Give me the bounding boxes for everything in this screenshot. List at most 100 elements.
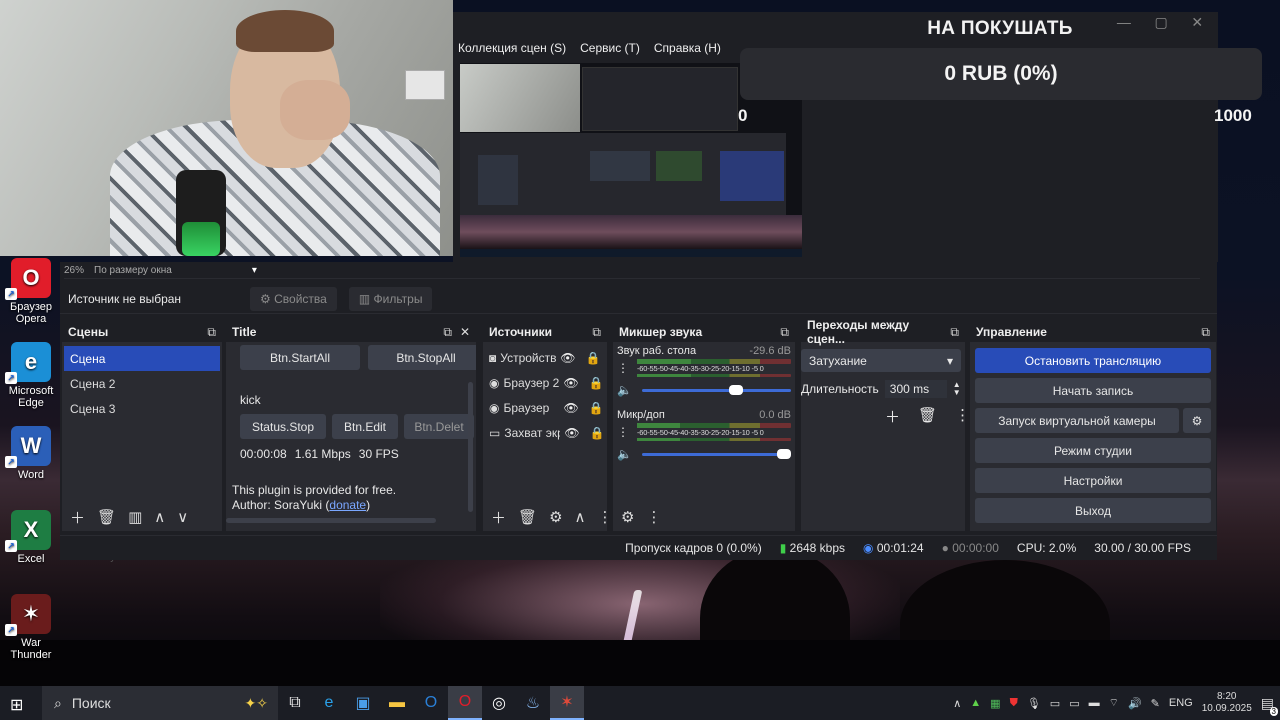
lock-icon[interactable]: 🔒 <box>590 426 605 440</box>
tray-mic-icon[interactable]: 🎙 <box>1027 697 1041 710</box>
properties-button[interactable]: ⚙ Свойства <box>250 286 337 311</box>
undock-icon[interactable]: ⧉ <box>780 325 789 340</box>
virtual-camera-settings-button[interactable]: ⚙ <box>1183 408 1211 433</box>
chevron-up-icon[interactable]: ∧ <box>575 508 586 526</box>
store-icon[interactable]: ▣ <box>346 686 380 720</box>
edit-button[interactable]: Btn.Edit <box>332 414 398 439</box>
outlook-icon[interactable]: O <box>414 686 448 720</box>
copilot-sparkle-icon[interactable]: ✦✧ <box>245 695 268 712</box>
desktop-icon[interactable]: O ↗ Браузер Opera <box>1 258 61 325</box>
more-icon[interactable]: ⋮ <box>598 508 613 526</box>
undock-icon[interactable]: ⧉ <box>1201 325 1210 340</box>
tray-folder-icon[interactable]: ▬ <box>1089 697 1100 709</box>
scene-item[interactable]: Сцена <box>64 346 220 371</box>
duration-input[interactable]: 300 ms <box>884 380 947 398</box>
filter-icon[interactable]: ▥ <box>128 508 142 526</box>
lock-icon[interactable]: 🔒 <box>589 376 604 390</box>
source-item[interactable]: ◙ Устройств 👁 🔒 <box>483 345 607 370</box>
close-icon[interactable]: ✕ <box>460 325 470 340</box>
source-item[interactable]: ◉ Браузер 2 👁 🔒 <box>483 370 607 395</box>
volume-slider[interactable] <box>641 448 791 459</box>
source-item[interactable]: ◉ Браузер 👁 🔒 <box>483 395 607 420</box>
start-recording-button[interactable]: Начать запись <box>975 378 1211 403</box>
scene-item[interactable]: Сцена 3 <box>64 396 220 421</box>
tray-nvidia-icon[interactable]: ▦ <box>990 697 1000 710</box>
desktop-icon[interactable]: ✶ ↗ War Thunder <box>1 594 61 661</box>
taskbar-clock[interactable]: 8:20 10.09.2025 <box>1202 691 1252 715</box>
pen-icon[interactable]: ✎ <box>1151 697 1160 710</box>
speaker-icon[interactable]: 🔈 <box>617 447 632 461</box>
more-icon[interactable]: ⋮ <box>646 508 661 526</box>
speaker-icon[interactable]: 🔈 <box>617 383 632 397</box>
undock-icon[interactable]: ⧉ <box>207 325 216 340</box>
undock-icon[interactable]: ⧉ <box>592 325 601 340</box>
tray-display-icon[interactable]: ▭ <box>1050 697 1060 710</box>
zoom-mode-dropdown[interactable]: По размеру окна ▾ <box>94 265 257 276</box>
trash-icon[interactable]: 🗑 <box>918 406 937 427</box>
trash-icon[interactable]: 🗑 <box>97 508 116 526</box>
source-item[interactable]: ▭ Захват экр 👁 🔒 <box>483 420 607 445</box>
undock-icon[interactable]: ⧉ <box>950 325 959 340</box>
start-all-button[interactable]: Btn.StartAll <box>240 345 360 370</box>
obs-taskbar-icon[interactable]: ◎ <box>482 686 516 720</box>
taskbar-search[interactable]: ⌕ Поиск ✦✧ <box>42 686 278 720</box>
desktop-icon[interactable]: W ↗ Word <box>1 426 61 481</box>
windows-start-icon[interactable]: ⊞ <box>10 695 23 715</box>
slider-knob[interactable] <box>777 448 791 459</box>
gear-icon[interactable]: ⚙ <box>549 508 562 526</box>
minimize-icon[interactable]: — <box>1117 14 1131 36</box>
chevron-up-icon[interactable]: ∧ <box>953 697 961 710</box>
war-thunder-taskbar-icon[interactable]: ✶ <box>550 686 584 720</box>
wifi-icon[interactable]: ⌔ <box>1109 696 1119 710</box>
eye-icon[interactable]: 👁 <box>564 426 579 440</box>
menu-scene-collection[interactable]: Коллекция сцен (S) <box>458 41 566 55</box>
delete-button[interactable]: Btn.Delet <box>404 414 474 439</box>
tray-battery-icon[interactable]: ▭ <box>1069 697 1079 710</box>
volume-icon[interactable]: 🔊 <box>1128 697 1142 710</box>
studio-mode-button[interactable]: Режим студии <box>975 438 1211 463</box>
eye-icon[interactable]: 👁 <box>563 401 578 415</box>
tray-app-icon[interactable]: ▲ <box>970 697 981 709</box>
transition-select[interactable]: Затухание ▾ <box>801 349 961 372</box>
start-virtual-camera-button[interactable]: Запуск виртуальной камеры <box>975 408 1179 433</box>
file-explorer-icon[interactable]: ▬ <box>380 686 414 720</box>
desktop-icon[interactable]: e ↗ Microsoft Edge <box>1 342 61 409</box>
chevron-up-icon[interactable]: ∧ <box>154 508 165 526</box>
lock-icon[interactable]: 🔒 <box>585 351 600 365</box>
advanced-audio-icon[interactable]: ⚙ <box>621 508 634 526</box>
more-icon[interactable]: ⋮ <box>617 361 629 375</box>
horizontal-scrollbar[interactable] <box>226 518 436 523</box>
more-icon[interactable]: ⋮ <box>617 425 629 439</box>
vertical-scrollbar[interactable] <box>468 382 473 512</box>
menu-help[interactable]: Справка (H) <box>654 41 721 55</box>
stop-all-button[interactable]: Btn.StopAll <box>368 345 476 370</box>
edge-taskbar-icon[interactable]: e <box>312 686 346 720</box>
add-icon[interactable]: ＋ <box>70 507 85 528</box>
notification-icon[interactable]: ▤ 3 <box>1261 695 1278 716</box>
steam-icon[interactable]: ♨ <box>516 686 550 720</box>
eye-icon[interactable]: 👁 <box>560 351 575 365</box>
settings-button[interactable]: Настройки <box>975 468 1211 493</box>
task-view-icon[interactable]: ⧉ <box>278 686 312 720</box>
more-icon[interactable]: ⋮ <box>955 406 970 427</box>
lock-icon[interactable]: 🔒 <box>589 401 604 415</box>
close-icon[interactable]: ✕ <box>1191 14 1203 36</box>
tray-security-icon[interactable]: ⛊ <box>1010 697 1018 710</box>
duration-stepper[interactable]: ▲ ▼ <box>953 381 961 397</box>
add-icon[interactable]: ＋ <box>491 507 506 528</box>
maximize-icon[interactable]: ▢ <box>1155 14 1168 36</box>
volume-slider[interactable] <box>641 384 791 395</box>
desktop-icon[interactable]: X ↗ Excel <box>1 510 61 565</box>
menu-tools[interactable]: Сервис (T) <box>580 41 640 55</box>
status-stop-button[interactable]: Status.Stop <box>240 414 326 439</box>
trash-icon[interactable]: 🗑 <box>518 508 537 526</box>
donate-link[interactable]: donate <box>329 498 366 512</box>
opera-taskbar-icon[interactable]: O <box>448 686 482 720</box>
add-icon[interactable]: ＋ <box>885 406 900 427</box>
chevron-down-icon[interactable]: ∨ <box>177 508 188 526</box>
scene-item[interactable]: Сцена 2 <box>64 371 220 396</box>
undock-icon[interactable]: ⧉ <box>443 325 452 340</box>
eye-icon[interactable]: 👁 <box>563 376 578 390</box>
input-language[interactable]: ENG <box>1169 697 1193 709</box>
exit-button[interactable]: Выход <box>975 498 1211 523</box>
